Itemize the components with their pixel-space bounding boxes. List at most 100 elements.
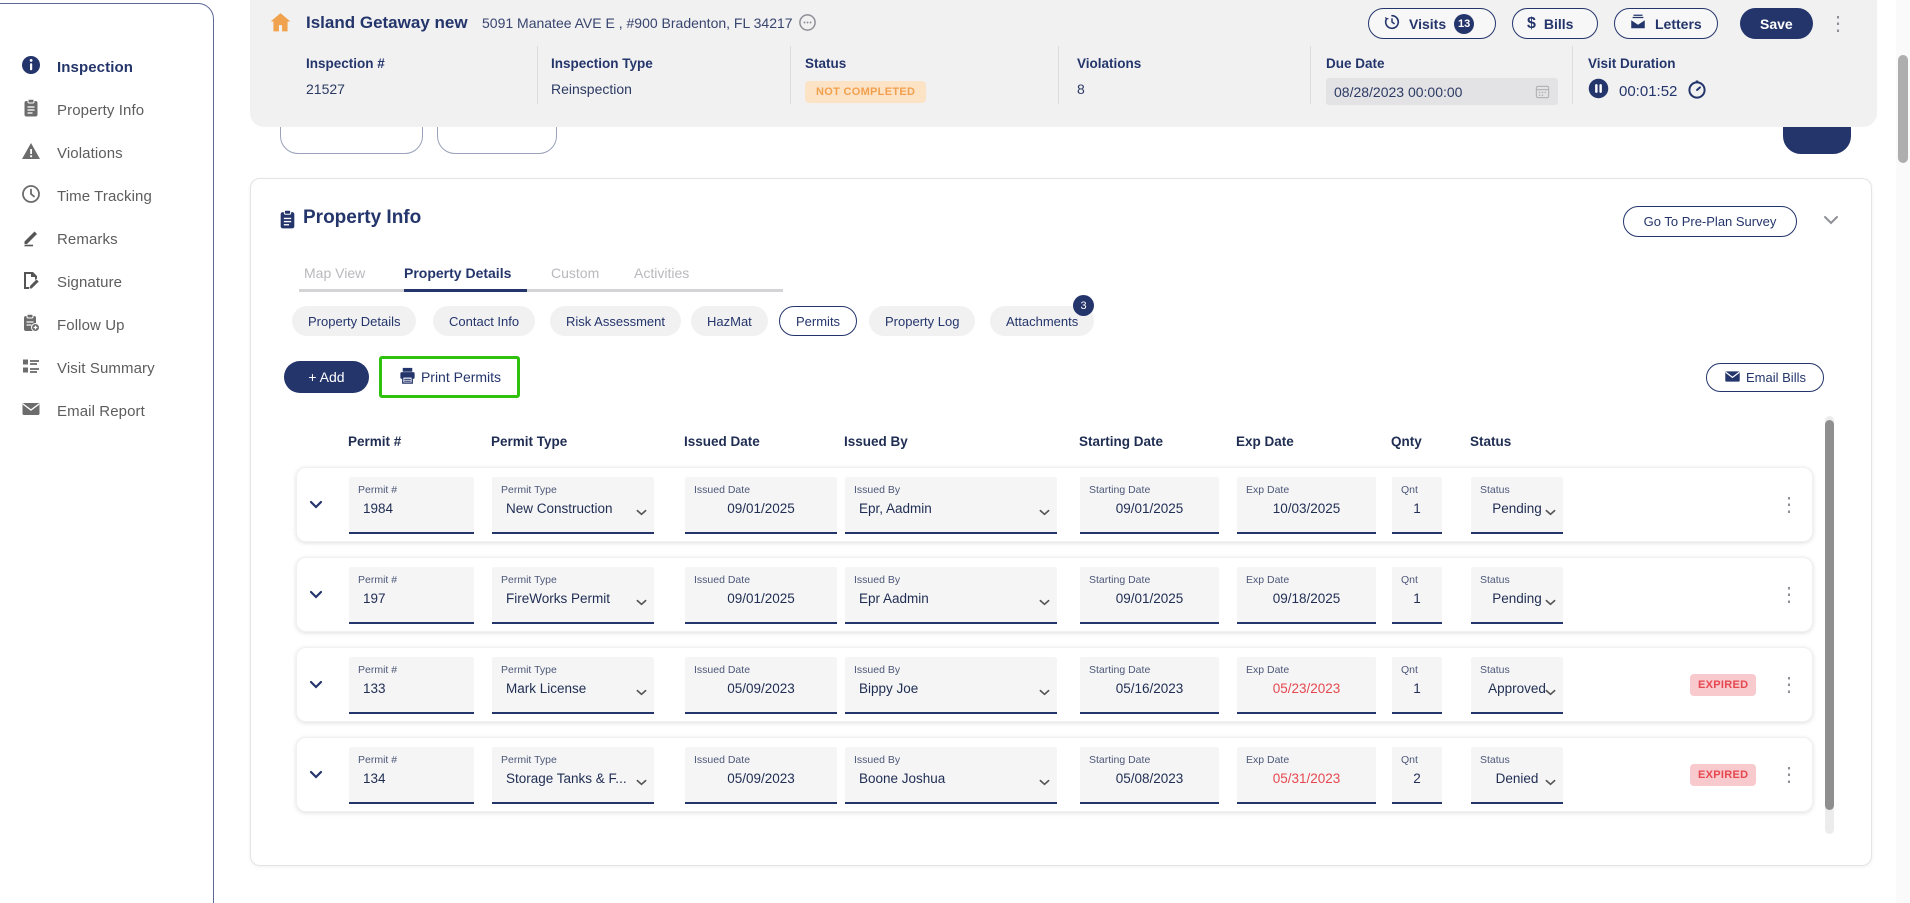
starting-date-field[interactable]: Starting Date05/16/2023: [1080, 657, 1219, 714]
row-menu-icon[interactable]: ⋮: [1779, 585, 1799, 605]
field-label: Starting Date: [1080, 657, 1219, 676]
permit-type-select[interactable]: Permit TypeStorage Tanks & F...: [492, 747, 654, 804]
row-expand-chevron-icon[interactable]: [309, 586, 323, 604]
issued-date-field[interactable]: Issued Date05/09/2023: [685, 657, 837, 714]
field-label: Permit #: [349, 747, 474, 766]
sidebar-item-signature[interactable]: Signature: [1, 265, 201, 299]
issued-date-field[interactable]: Issued Date09/01/2025: [685, 567, 837, 624]
exp-date-field[interactable]: Exp Date05/31/2023: [1237, 747, 1376, 804]
issued-by-select[interactable]: Issued ByEpr Aadmin: [845, 567, 1057, 624]
chevron-down-icon[interactable]: [1039, 773, 1050, 791]
sidebar-item-visit-summary[interactable]: Visit Summary: [1, 351, 201, 385]
status-select[interactable]: StatusPending: [1471, 477, 1563, 534]
permit-no-field[interactable]: Permit #197: [349, 567, 474, 624]
pause-icon[interactable]: [1588, 78, 1609, 104]
issued-by-select[interactable]: Issued ByEpr, Aadmin: [845, 477, 1057, 534]
row-expand-chevron-icon[interactable]: [309, 766, 323, 784]
tab-custom[interactable]: Custom: [551, 265, 599, 281]
go-to-preplan-survey-button[interactable]: Go To Pre-Plan Survey: [1623, 206, 1797, 237]
row-menu-icon[interactable]: ⋮: [1779, 495, 1799, 515]
sidebar-item-property-info[interactable]: Property Info: [1, 93, 201, 127]
starting-date-field[interactable]: Starting Date05/08/2023: [1080, 747, 1219, 804]
chevron-down-icon[interactable]: [1545, 773, 1556, 791]
row-expand-chevron-icon[interactable]: [309, 496, 323, 514]
letters-button[interactable]: Letters: [1614, 8, 1718, 39]
starting-date-field[interactable]: Starting Date09/01/2025: [1080, 567, 1219, 624]
tab-property-details[interactable]: Property Details: [404, 265, 511, 281]
visits-button[interactable]: Visits 13: [1368, 8, 1496, 39]
chevron-down-icon[interactable]: [1039, 593, 1050, 611]
row-menu-icon[interactable]: ⋮: [1779, 675, 1799, 695]
issued-date-field[interactable]: Issued Date05/09/2023: [685, 747, 837, 804]
permit-type-select[interactable]: Permit TypeFireWorks Permit: [492, 567, 654, 624]
chevron-down-icon[interactable]: [636, 503, 647, 521]
permit-type-select[interactable]: Permit TypeMark License: [492, 657, 654, 714]
email-bills-button[interactable]: Email Bills: [1706, 363, 1824, 392]
subtab-permits[interactable]: Permits: [779, 306, 857, 336]
sidebar-item-remarks[interactable]: Remarks: [1, 222, 201, 256]
sidebar-item-email-report[interactable]: Email Report: [1, 394, 201, 428]
exp-date-field[interactable]: Exp Date09/18/2025: [1237, 567, 1376, 624]
chevron-down-icon[interactable]: [1039, 683, 1050, 701]
exp-date-field[interactable]: Exp Date10/03/2025: [1237, 477, 1376, 534]
save-button[interactable]: Save: [1740, 8, 1813, 39]
tab-activities[interactable]: Activities: [634, 265, 689, 281]
qnt-field[interactable]: Qnt1: [1392, 567, 1442, 624]
field-label: Status: [1471, 747, 1563, 766]
permit-no-field[interactable]: Permit #134: [349, 747, 474, 804]
envelope-icon: [21, 399, 41, 424]
chevron-down-icon[interactable]: [1545, 593, 1556, 611]
comment-icon[interactable]: [798, 13, 817, 37]
chevron-down-icon[interactable]: [636, 593, 647, 611]
issued-by-select[interactable]: Issued ByBoone Joshua: [845, 747, 1057, 804]
due-date-input[interactable]: 08/28/2023 00:00:00: [1326, 78, 1558, 105]
print-permits-button[interactable]: Print Permits: [398, 366, 501, 388]
sidebar-item-time-tracking[interactable]: Time Tracking: [1, 179, 201, 213]
row-menu-icon[interactable]: ⋮: [1779, 765, 1799, 785]
chevron-down-icon[interactable]: [1545, 683, 1556, 701]
field-label: Permit Type: [492, 747, 654, 766]
tab-map-view[interactable]: Map View: [304, 265, 365, 281]
stopwatch-icon[interactable]: [1687, 79, 1707, 104]
page-scrollbar-thumb[interactable]: [1898, 55, 1908, 163]
starting-date-field[interactable]: Starting Date09/01/2025: [1080, 477, 1219, 534]
status-select[interactable]: StatusApproved: [1471, 657, 1563, 714]
chevron-down-icon[interactable]: [636, 683, 647, 701]
sidebar-item-follow-up[interactable]: Follow Up: [1, 308, 201, 342]
calendar-icon[interactable]: [1535, 84, 1550, 99]
subtab-property-details[interactable]: Property Details: [292, 306, 416, 336]
chevron-down-icon[interactable]: [1545, 503, 1556, 521]
header-menu-icon[interactable]: ⋮: [1828, 14, 1848, 34]
table-scrollbar[interactable]: [1825, 416, 1834, 834]
collapse-chevron-icon[interactable]: [1823, 212, 1839, 230]
chevron-down-icon[interactable]: [1039, 503, 1050, 521]
add-permit-button[interactable]: + Add: [284, 361, 369, 393]
qnt-field[interactable]: Qnt1: [1392, 477, 1442, 534]
row-expand-chevron-icon[interactable]: [309, 676, 323, 694]
subtab-property-log[interactable]: Property Log: [869, 306, 975, 336]
permit-no-field[interactable]: Permit #1984: [349, 477, 474, 534]
permit-no-field[interactable]: Permit #133: [349, 657, 474, 714]
sidebar: Inspection Property Info Violations Time…: [0, 3, 214, 903]
bills-button[interactable]: $ Bills: [1512, 8, 1598, 39]
field-label: Status: [1471, 657, 1563, 676]
subtab-hazmat[interactable]: HazMat: [691, 306, 768, 336]
issued-by-select[interactable]: Issued ByBippy Joe: [845, 657, 1057, 714]
qnt-field[interactable]: Qnt1: [1392, 657, 1442, 714]
status-select[interactable]: StatusDenied: [1471, 747, 1563, 804]
issued-date-field[interactable]: Issued Date09/01/2025: [685, 477, 837, 534]
subtab-contact-info[interactable]: Contact Info: [433, 306, 535, 336]
sidebar-item-violations[interactable]: Violations: [1, 136, 201, 170]
chevron-down-icon[interactable]: [636, 773, 647, 791]
sidebar-item-inspection[interactable]: Inspection: [1, 50, 201, 84]
sidebar-item-label: Follow Up: [57, 317, 125, 334]
field-label: Issued By: [845, 747, 1057, 766]
status-select[interactable]: StatusPending: [1471, 567, 1563, 624]
permit-type-select[interactable]: Permit TypeNew Construction: [492, 477, 654, 534]
field-label: Permit #: [349, 567, 474, 586]
table-scrollbar-thumb[interactable]: [1825, 420, 1834, 810]
qnt-field[interactable]: Qnt2: [1392, 747, 1442, 804]
page-scrollbar[interactable]: [1896, 0, 1910, 903]
subtab-risk-assessment[interactable]: Risk Assessment: [550, 306, 681, 336]
exp-date-field[interactable]: Exp Date05/23/2023: [1237, 657, 1376, 714]
